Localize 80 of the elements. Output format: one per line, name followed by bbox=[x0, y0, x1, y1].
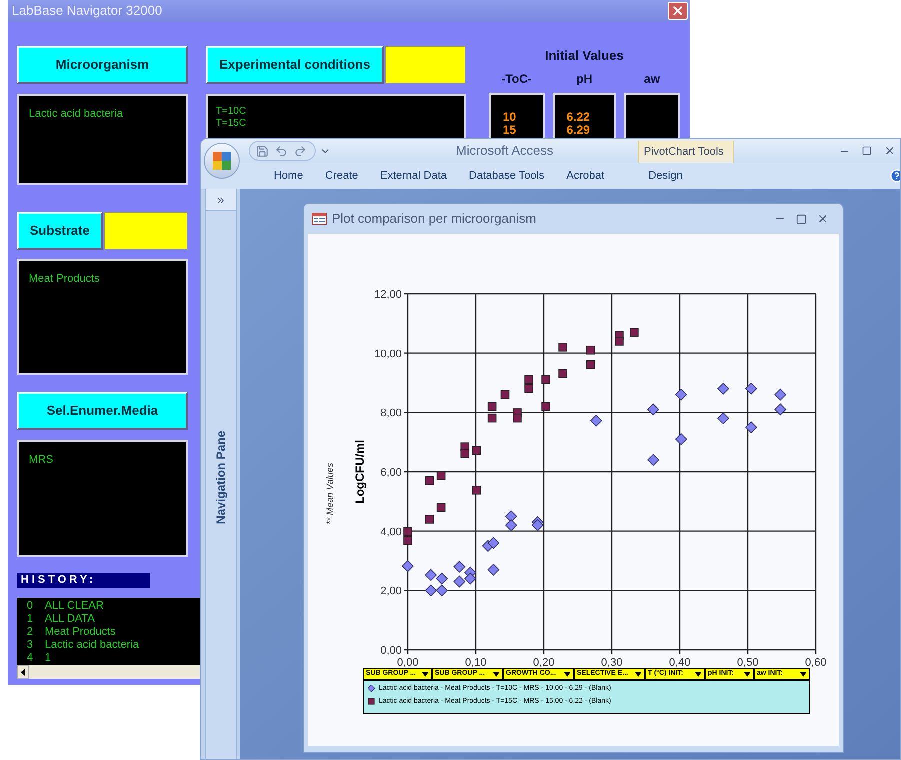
tick-label: 6,00 bbox=[380, 467, 402, 479]
value-box bbox=[624, 93, 680, 138]
conditions-field[interactable] bbox=[385, 46, 466, 84]
conditions-button[interactable]: Experimental conditions bbox=[206, 46, 384, 84]
close-button[interactable] bbox=[668, 2, 688, 20]
window-title: Plot comparison per microorganism bbox=[332, 210, 536, 228]
tick-label: 0,00 bbox=[380, 645, 402, 657]
ribbon-tab[interactable]: Create bbox=[314, 168, 370, 184]
caret-icon bbox=[635, 672, 642, 676]
help-icon[interactable] bbox=[890, 169, 900, 183]
caret-icon bbox=[695, 672, 702, 676]
history-index: 1 bbox=[27, 613, 34, 626]
tick-label: 4,00 bbox=[380, 526, 402, 538]
tick-label: 8,00 bbox=[380, 408, 402, 420]
save-icon[interactable] bbox=[256, 144, 269, 158]
history-list[interactable]: 0 ALL CLEAR 1 ALL DATA 2 Meat Products 3 Lactic acid bacteria 4 1 bbox=[17, 598, 200, 665]
list-item[interactable]: T=10C bbox=[216, 106, 456, 118]
maximize-icon[interactable] bbox=[796, 214, 807, 224]
undo-icon[interactable] bbox=[275, 144, 288, 158]
window-title: LabBase Navigator 32000 bbox=[12, 2, 162, 20]
value-text: 6.29 bbox=[566, 124, 592, 137]
value-text: 15 bbox=[503, 124, 518, 137]
column-header: -ToC- bbox=[502, 72, 532, 86]
history-index: 4 bbox=[27, 652, 34, 665]
substrate-button[interactable]: Substrate bbox=[17, 212, 103, 250]
list-item[interactable]: Lactic acid bacteria bbox=[29, 108, 176, 121]
office-logo-icon bbox=[213, 152, 231, 170]
column-header: aw bbox=[644, 72, 660, 86]
history-index: 0 bbox=[27, 600, 34, 613]
caret-icon bbox=[422, 672, 429, 676]
contextual-tab-label: PivotChart Tools bbox=[644, 145, 724, 160]
history-heading: HISTORY: bbox=[17, 573, 150, 588]
value-text: 10 bbox=[503, 111, 518, 124]
microorganism-list[interactable]: Lactic acid bacteria bbox=[17, 94, 188, 185]
media-list[interactable]: MRS bbox=[17, 440, 188, 557]
redo-icon[interactable] bbox=[294, 144, 307, 158]
close-icon[interactable] bbox=[884, 145, 896, 157]
close-icon[interactable] bbox=[817, 213, 829, 225]
scroll-left-icon[interactable] bbox=[17, 665, 29, 679]
expand-button[interactable]: » bbox=[206, 189, 236, 211]
history-index: 2 bbox=[27, 626, 34, 639]
axis-title: LogCFU/ml bbox=[353, 440, 367, 504]
tick-label: 12,00 bbox=[374, 289, 402, 301]
office-button[interactable] bbox=[204, 143, 240, 179]
ribbon-tab[interactable]: Home bbox=[263, 168, 314, 184]
history-entry[interactable]: ALL DATA bbox=[45, 613, 95, 626]
caret-icon bbox=[564, 672, 571, 676]
window-title: Microsoft Access bbox=[456, 142, 554, 160]
initial-values-title: Initial Values bbox=[545, 48, 624, 64]
ribbon-tab[interactable]: Database Tools bbox=[458, 168, 556, 184]
tick-label: 2,00 bbox=[380, 586, 402, 598]
tick-label: 10,00 bbox=[374, 348, 402, 360]
side-note: ** Mean Values bbox=[325, 463, 335, 525]
list-item[interactable]: Meat Products bbox=[29, 273, 176, 286]
history-index: 3 bbox=[27, 639, 34, 652]
scrollbar[interactable] bbox=[17, 665, 200, 679]
conditions-list[interactable]: T=10C T=15C bbox=[206, 94, 466, 138]
substrate-list[interactable]: Meat Products bbox=[17, 259, 188, 375]
ribbon-tab[interactable]: Design bbox=[638, 168, 694, 184]
history-entry[interactable]: ALL CLEAR bbox=[45, 600, 104, 613]
ribbon-tab[interactable]: External Data bbox=[369, 168, 458, 184]
caret-icon bbox=[800, 672, 807, 676]
column-header: pH bbox=[576, 72, 592, 86]
list-item[interactable]: T=15C bbox=[216, 118, 456, 130]
caret-icon bbox=[744, 672, 751, 676]
media-button[interactable]: Sel.Enumer.Media bbox=[17, 392, 188, 430]
navigation-pane[interactable]: » Navigation Pane bbox=[205, 189, 237, 759]
list-item[interactable]: MRS bbox=[29, 454, 176, 467]
history-entry[interactable]: Meat Products bbox=[45, 626, 116, 639]
caret-icon bbox=[493, 672, 500, 676]
navigation-pane-label: Navigation Pane bbox=[213, 431, 229, 524]
microorganism-button[interactable]: Microorganism bbox=[17, 46, 188, 84]
ribbon-tab[interactable]: Acrobat bbox=[556, 168, 616, 184]
close-icon bbox=[671, 4, 685, 18]
substrate-field[interactable] bbox=[104, 212, 188, 250]
history-entry[interactable]: 1 bbox=[45, 652, 52, 665]
form-icon bbox=[312, 213, 327, 225]
history-entry[interactable]: Lactic acid bacteria bbox=[45, 639, 140, 652]
maximize-icon[interactable] bbox=[862, 146, 872, 156]
value-text: 6.22 bbox=[566, 111, 592, 124]
